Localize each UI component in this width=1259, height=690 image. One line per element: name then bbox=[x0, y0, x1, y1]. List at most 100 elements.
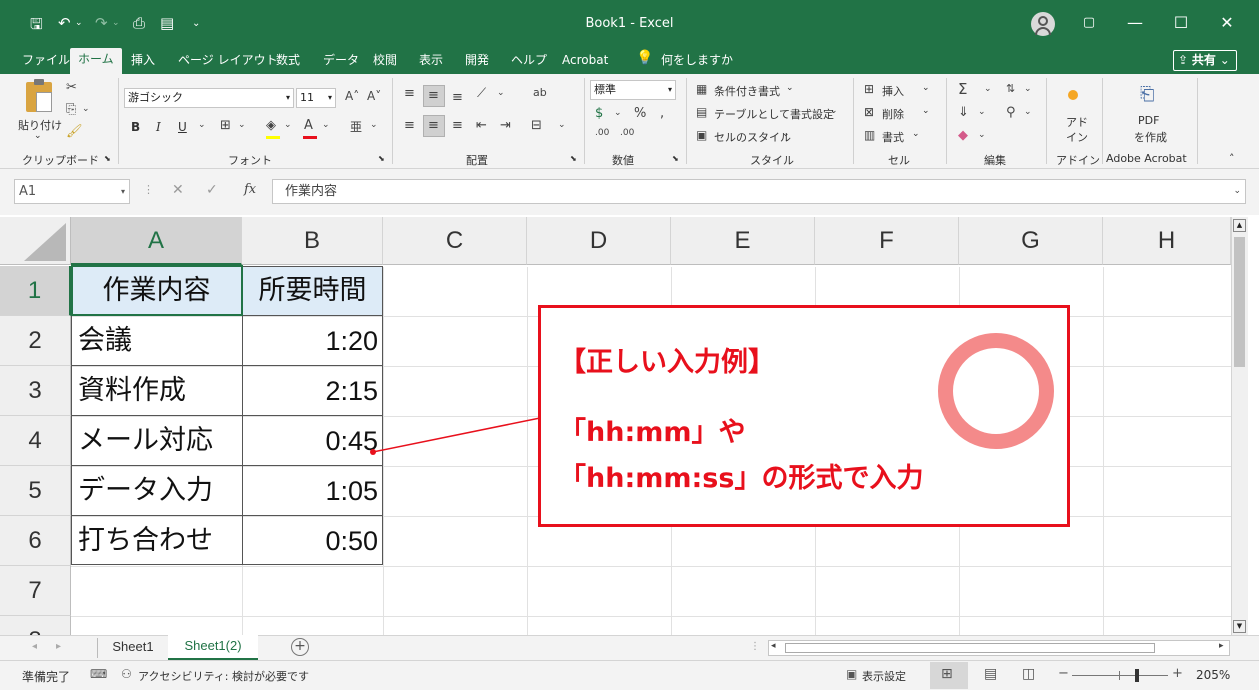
format-cells-button[interactable]: 書式 bbox=[882, 129, 904, 145]
decrease-decimal-icon[interactable]: .00 bbox=[620, 128, 634, 138]
percent-icon[interactable]: % bbox=[634, 106, 646, 121]
orientation-dropdown-icon[interactable]: ⌄ bbox=[497, 88, 505, 98]
paste-icon[interactable] bbox=[26, 79, 52, 112]
tab-home[interactable]: ホーム bbox=[70, 48, 122, 74]
bold-button[interactable]: B bbox=[131, 120, 140, 134]
create-pdf-line2[interactable]: を作成 bbox=[1134, 129, 1167, 145]
align-right-icon[interactable]: ≡ bbox=[452, 118, 463, 133]
fill-icon[interactable]: ⇓ bbox=[958, 105, 969, 120]
expand-formula-icon[interactable]: ⌄ bbox=[1233, 180, 1241, 203]
number-format-select[interactable]: 標準 ▾ bbox=[590, 80, 676, 100]
delete-cells-button[interactable]: 削除 bbox=[882, 106, 904, 122]
share-button[interactable]: ⇪ 共有 ⌄ bbox=[1173, 50, 1237, 71]
fill-color-icon[interactable]: ◈ bbox=[266, 118, 276, 133]
cut-icon[interactable]: ✂ bbox=[66, 80, 77, 95]
horizontal-scroll-thumb[interactable] bbox=[785, 643, 1155, 653]
increase-font-icon[interactable]: A˄ bbox=[345, 89, 359, 103]
borders-dropdown-icon[interactable]: ⌄ bbox=[238, 120, 246, 130]
merge-center-icon[interactable]: ⊟ bbox=[531, 118, 542, 133]
next-sheet-icon[interactable]: ▸ bbox=[56, 641, 61, 652]
maximize-button[interactable]: ☐ bbox=[1158, 10, 1204, 36]
font-launcher-icon[interactable]: ⬊ bbox=[378, 154, 385, 163]
name-box[interactable]: A1 ▾ bbox=[14, 179, 130, 204]
tab-acrobat[interactable]: Acrobat bbox=[562, 51, 608, 74]
tab-view[interactable]: 表示 bbox=[419, 51, 443, 74]
align-middle-icon[interactable]: ≡ bbox=[428, 88, 439, 103]
vertical-scrollbar[interactable]: ▲ ▼ bbox=[1231, 217, 1248, 635]
tab-developer[interactable]: 開発 bbox=[465, 51, 489, 74]
clear-dropdown-icon[interactable]: ⌄ bbox=[978, 130, 986, 140]
autosum-icon[interactable]: Σ bbox=[958, 80, 967, 98]
cell-styles-button[interactable]: セルのスタイル bbox=[714, 129, 791, 145]
add-sheet-icon[interactable]: + bbox=[291, 638, 309, 656]
paste-dropdown-icon[interactable]: ⌄ bbox=[34, 131, 42, 141]
tab-formulas[interactable]: 数式 bbox=[276, 51, 300, 74]
zoom-slider[interactable] bbox=[1072, 675, 1168, 676]
collapse-ribbon-icon[interactable]: ˄ bbox=[1229, 152, 1235, 165]
prev-sheet-icon[interactable]: ◂ bbox=[32, 641, 37, 652]
phonetic-dropdown-icon[interactable]: ⌄ bbox=[370, 120, 378, 130]
copy-dropdown-icon[interactable]: ⌄ bbox=[82, 104, 90, 114]
addins-button-line1[interactable]: アド bbox=[1066, 114, 1088, 130]
zoom-slider-thumb[interactable] bbox=[1135, 669, 1139, 682]
fill-dropdown-icon[interactable]: ⌄ bbox=[284, 120, 292, 130]
horizontal-scrollbar[interactable]: ◂ ▸ bbox=[768, 640, 1230, 656]
accessibility-status[interactable]: アクセシビリティ: 検討が必要です bbox=[138, 668, 309, 684]
account-avatar[interactable] bbox=[1031, 12, 1055, 36]
insert-cells-icon[interactable]: ⊞ bbox=[864, 82, 874, 96]
fill-dropdown-icon[interactable]: ⌄ bbox=[978, 107, 986, 117]
orientation-icon[interactable]: ⟋ bbox=[477, 86, 486, 101]
create-pdf-line1[interactable]: PDF bbox=[1138, 114, 1159, 127]
delete-cells-icon[interactable]: ⊠ bbox=[864, 105, 874, 119]
comma-icon[interactable]: , bbox=[660, 106, 664, 121]
addins-icon[interactable] bbox=[1068, 90, 1078, 100]
tell-me-search[interactable]: 何をしますか bbox=[661, 51, 733, 74]
scroll-right-icon[interactable]: ▸ bbox=[1219, 641, 1224, 651]
display-settings-icon[interactable]: ▣ bbox=[846, 667, 857, 681]
macro-record-icon[interactable]: ⌨ bbox=[90, 667, 107, 681]
borders-icon[interactable]: ⊞ bbox=[220, 118, 231, 133]
formula-input[interactable]: 作業内容 ⌄ bbox=[272, 179, 1246, 204]
copy-icon[interactable]: ⎘ bbox=[66, 102, 76, 117]
page-break-view-icon[interactable]: ◫ bbox=[1022, 666, 1035, 682]
font-size-select[interactable]: 11 ▾ bbox=[296, 88, 336, 108]
enter-icon[interactable]: ✓ bbox=[206, 182, 218, 198]
alignment-launcher-icon[interactable]: ⬊ bbox=[570, 154, 577, 163]
create-pdf-icon[interactable]: ⎗ bbox=[1140, 84, 1154, 105]
tab-page-layout[interactable]: ページ レイアウト bbox=[178, 51, 278, 74]
align-center-icon[interactable]: ≡ bbox=[428, 118, 439, 133]
normal-view-icon[interactable]: ⊞ bbox=[941, 666, 953, 682]
display-settings[interactable]: 表示設定 bbox=[862, 668, 906, 684]
cancel-icon[interactable]: ✕ bbox=[172, 182, 184, 198]
tab-file[interactable]: ファイル bbox=[22, 51, 70, 74]
accessibility-icon[interactable]: ⚇ bbox=[121, 667, 132, 681]
number-launcher-icon[interactable]: ⬊ bbox=[672, 154, 679, 163]
align-left-icon[interactable]: ≡ bbox=[404, 118, 415, 133]
find-icon[interactable]: ⚲ bbox=[1006, 105, 1016, 120]
font-name-select[interactable]: 游ゴシック ▾ bbox=[124, 88, 294, 108]
sort-dropdown-icon[interactable]: ⌄ bbox=[1024, 84, 1032, 94]
ribbon-display-icon[interactable]: ▢ bbox=[1066, 10, 1112, 36]
insert-function-icon[interactable]: fx bbox=[244, 182, 256, 197]
tab-insert[interactable]: 挿入 bbox=[131, 51, 155, 74]
zoom-level[interactable]: 205% bbox=[1196, 668, 1230, 682]
font-color-dropdown-icon[interactable]: ⌄ bbox=[322, 120, 330, 130]
scroll-left-icon[interactable]: ◂ bbox=[771, 641, 776, 651]
underline-dropdown-icon[interactable]: ⌄ bbox=[198, 120, 206, 130]
increase-indent-icon[interactable]: ⇥ bbox=[500, 118, 511, 133]
decrease-indent-icon[interactable]: ⇤ bbox=[476, 118, 487, 133]
vertical-scroll-thumb[interactable] bbox=[1234, 237, 1245, 367]
format-cells-icon[interactable]: ▥ bbox=[864, 128, 875, 142]
sheet-tab-sheet1-2[interactable]: Sheet1(2) bbox=[168, 635, 258, 660]
minimize-button[interactable]: — bbox=[1112, 10, 1158, 36]
merge-dropdown-icon[interactable]: ⌄ bbox=[558, 120, 566, 130]
increase-decimal-icon[interactable]: .00 bbox=[595, 128, 609, 138]
conditional-format-button[interactable]: 条件付き書式 bbox=[714, 83, 780, 99]
italic-button[interactable]: I bbox=[156, 120, 161, 134]
tab-splitter-icon[interactable]: ⋮ bbox=[750, 641, 760, 652]
underline-button[interactable]: U bbox=[178, 120, 187, 134]
scroll-down-icon[interactable]: ▼ bbox=[1233, 620, 1246, 633]
autosum-dropdown-icon[interactable]: ⌄ bbox=[984, 84, 992, 94]
clear-icon[interactable]: ◆ bbox=[958, 128, 968, 143]
phonetic-icon[interactable]: 亜 bbox=[350, 118, 362, 135]
